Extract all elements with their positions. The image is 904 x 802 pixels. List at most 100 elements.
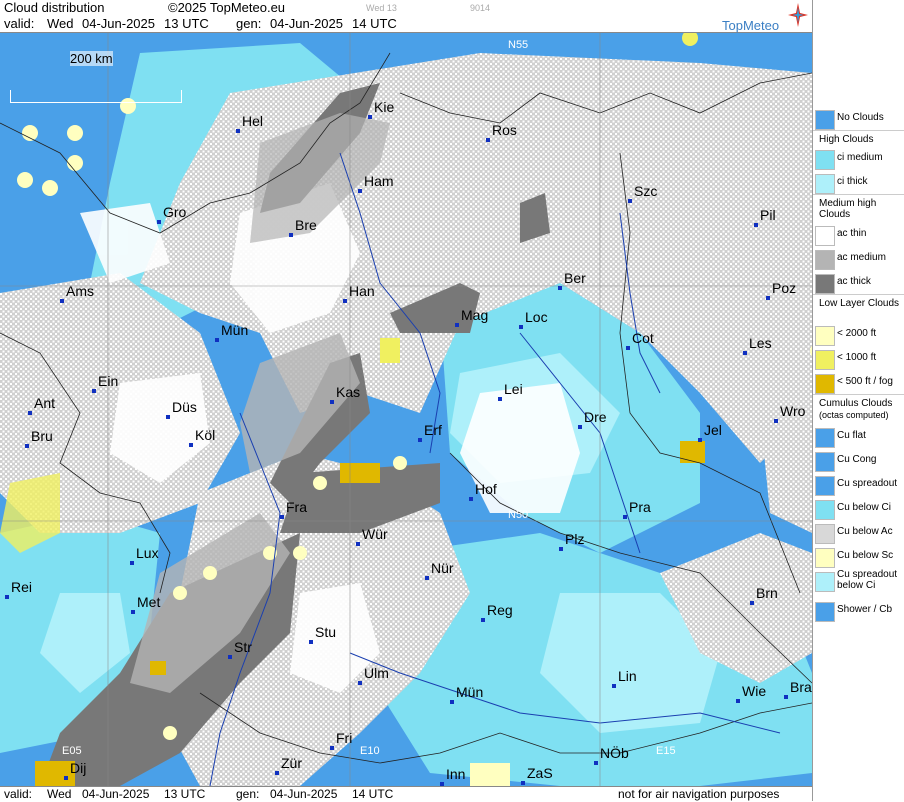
copyright: ©2025 TopMeteo.eu <box>168 0 286 15</box>
legend-heading: High Clouds <box>819 134 874 145</box>
city-label: Stu <box>315 624 337 640</box>
city-marker <box>309 640 313 644</box>
city-label: Kas <box>336 384 361 400</box>
city-label: Rei <box>11 579 33 595</box>
footer-valid-prefix: valid: <box>4 787 33 801</box>
map-header: Cloud distribution ©2025 TopMeteo.eu Wed… <box>0 0 812 33</box>
city-label: Ein <box>98 373 119 389</box>
city-label: Erf <box>424 422 442 438</box>
city-label: Han <box>349 283 375 299</box>
city-marker <box>743 351 747 355</box>
city-label: Kie <box>374 99 395 115</box>
brand-logo: TopMeteo <box>722 18 780 33</box>
city-label: Wür <box>362 526 388 542</box>
city-label: Pra <box>629 499 651 515</box>
city-marker <box>623 515 627 519</box>
legend-label: ac thin <box>837 228 867 239</box>
grid-label-e05: E05 <box>62 745 82 757</box>
city-label: Mün <box>456 684 484 700</box>
city-label: Bre <box>295 217 317 233</box>
legend-separator <box>813 394 904 395</box>
city-label: Brn <box>756 585 778 601</box>
legend-swatch <box>815 350 835 370</box>
legend-swatch <box>815 374 835 394</box>
gen-time: 14 UTC <box>352 16 397 31</box>
legend-label: ci thick <box>837 176 868 187</box>
city-marker <box>368 115 372 119</box>
city-marker <box>519 325 523 329</box>
city-label: Cot <box>632 330 654 346</box>
city-marker <box>64 776 68 780</box>
legend-label: Cu spreadout below Ci <box>837 569 898 591</box>
city-marker <box>750 601 754 605</box>
legend-label: No Clouds <box>837 112 884 123</box>
city-marker <box>736 699 740 703</box>
city-marker <box>330 746 334 750</box>
city-label: Jel <box>704 422 722 438</box>
city-marker <box>754 223 758 227</box>
city-marker <box>521 781 525 785</box>
legend-panel: No Clouds High Clouds ci medium ci thick Med… <box>812 0 904 801</box>
legend-label: < 500 ft / fog <box>837 376 893 387</box>
gen-prefix: gen: <box>236 16 262 31</box>
grid-label-e10: E10 <box>360 745 380 757</box>
legend-heading: Low Layer Clouds <box>819 298 900 309</box>
footer-valid-date: 04-Jun-2025 <box>82 787 150 801</box>
legend-swatch <box>815 174 835 194</box>
faint-code-1: Wed 13 <box>366 3 397 13</box>
city-marker <box>275 771 279 775</box>
footer-gen-time: 14 UTC <box>352 787 394 801</box>
city-marker <box>766 296 770 300</box>
footer-gen-date: 04-Jun-2025 <box>270 787 338 801</box>
legend-swatch <box>815 602 835 622</box>
legend-label: ci medium <box>837 152 883 163</box>
city-marker <box>92 389 96 393</box>
legend-label: < 1000 ft <box>837 352 877 363</box>
legend-label: < 2000 ft <box>837 328 877 339</box>
map-footer: valid: Wed 04-Jun-2025 13 UTC gen: 04-Ju… <box>0 786 812 802</box>
city-label: Mag <box>461 307 489 323</box>
city-label: Ham <box>364 173 394 189</box>
city-label: Nür <box>431 560 454 576</box>
valid-time: 13 UTC <box>164 16 209 31</box>
city-marker <box>25 444 29 448</box>
footer-valid-time: 13 UTC <box>164 787 206 801</box>
legend-label: Cu below Sc <box>837 550 894 561</box>
city-marker <box>628 199 632 203</box>
city-marker <box>60 299 64 303</box>
city-marker <box>486 138 490 142</box>
city-label: Düs <box>172 399 197 415</box>
city-label: Str <box>234 639 252 655</box>
city-label: Ros <box>492 122 517 138</box>
legend-swatch <box>815 524 835 544</box>
city-label: Szc <box>634 183 658 199</box>
legend-swatch <box>815 548 835 568</box>
legend-label: ac medium <box>837 252 886 263</box>
city-label: Plz <box>565 531 585 547</box>
city-marker <box>774 419 778 423</box>
legend-swatch <box>815 274 835 294</box>
legend-swatch <box>815 250 835 270</box>
legend-swatch <box>815 150 835 170</box>
cloud-map[interactable]: 200 km N55 N50 E05 E10 E15 Hel Kie Ros Ham S… <box>0 33 812 786</box>
city-marker <box>469 497 473 501</box>
legend-label: Cu below Ac <box>837 526 893 537</box>
gen-date: 04-Jun-2025 <box>270 16 343 31</box>
legend-swatch <box>815 226 835 246</box>
city-marker <box>481 618 485 622</box>
city-label: Ams <box>66 283 94 299</box>
city-marker <box>215 338 219 342</box>
legend-swatch <box>815 476 835 496</box>
city-marker <box>358 189 362 193</box>
city-label: Köl <box>195 427 216 443</box>
valid-day: Wed <box>47 16 74 31</box>
city-label: Loc <box>525 309 548 325</box>
grid-label-e15: E15 <box>656 745 676 757</box>
city-marker <box>28 411 32 415</box>
disclaimer: not for air navigation purposes <box>618 787 780 801</box>
compass-star-icon <box>788 3 808 27</box>
city-label: Pil <box>760 207 776 223</box>
city-marker <box>5 595 9 599</box>
legend-label: ac thick <box>837 276 871 287</box>
city-label: Dre <box>584 409 607 425</box>
